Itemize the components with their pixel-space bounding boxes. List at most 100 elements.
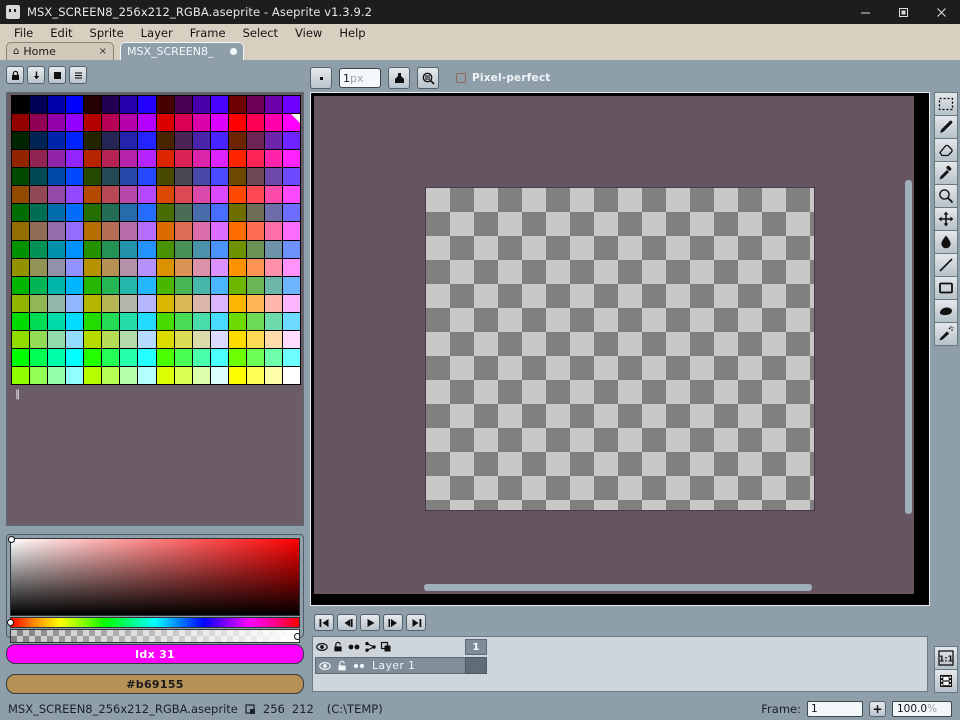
- palette-swatch[interactable]: [264, 276, 282, 294]
- palette-swatch[interactable]: [156, 168, 174, 186]
- palette-swatch[interactable]: [210, 114, 228, 132]
- palette-swatch[interactable]: [156, 222, 174, 240]
- palette-swatch[interactable]: [246, 222, 264, 240]
- palette-swatch[interactable]: [174, 240, 192, 258]
- palette-swatch[interactable]: [246, 186, 264, 204]
- palette-swatch[interactable]: [102, 222, 120, 240]
- go-prev-frame-button[interactable]: [337, 614, 357, 631]
- palette-swatch[interactable]: [192, 276, 210, 294]
- palette-swatch[interactable]: [192, 258, 210, 276]
- palette-swatch[interactable]: [228, 186, 246, 204]
- palette-swatch[interactable]: [48, 312, 66, 330]
- palette-swatch[interactable]: [246, 294, 264, 312]
- palette-swatch[interactable]: [210, 96, 228, 114]
- palette-swatch[interactable]: [228, 348, 246, 366]
- palette-swatch[interactable]: [228, 330, 246, 348]
- palette-swatch[interactable]: [48, 96, 66, 114]
- palette-swatch[interactable]: [264, 240, 282, 258]
- palette-swatch[interactable]: [192, 348, 210, 366]
- palette-swatch[interactable]: [228, 132, 246, 150]
- palette-swatch[interactable]: [246, 150, 264, 168]
- palette-swatch[interactable]: [30, 96, 48, 114]
- palette-swatch[interactable]: [102, 132, 120, 150]
- palette-swatch[interactable]: [264, 222, 282, 240]
- palette-swatch[interactable]: [282, 312, 300, 330]
- palette-swatch[interactable]: [30, 186, 48, 204]
- palette-swatch[interactable]: [282, 276, 300, 294]
- palette-swatch[interactable]: [48, 348, 66, 366]
- copy-icon[interactable]: [379, 640, 393, 654]
- palette-swatch[interactable]: [120, 276, 138, 294]
- eyedropper-tool[interactable]: [934, 161, 958, 185]
- color-index-field[interactable]: Idx 31: [6, 644, 304, 664]
- palette-swatch[interactable]: [66, 150, 84, 168]
- palette-swatch[interactable]: [84, 348, 102, 366]
- palette-swatch[interactable]: [264, 294, 282, 312]
- palette-swatch[interactable]: [84, 132, 102, 150]
- palette-swatch[interactable]: [66, 168, 84, 186]
- palette-swatch[interactable]: [264, 96, 282, 114]
- palette-swatch[interactable]: [102, 276, 120, 294]
- palette-swatch[interactable]: [138, 330, 156, 348]
- palette-swatch[interactable]: [156, 204, 174, 222]
- palette-swatch[interactable]: [156, 258, 174, 276]
- palette-swatch[interactable]: [66, 96, 84, 114]
- go-last-frame-button[interactable]: [406, 614, 426, 631]
- tab-home[interactable]: ⌂ Home ×: [6, 42, 114, 60]
- palette-swatch[interactable]: [102, 240, 120, 258]
- palette-swatch[interactable]: [48, 330, 66, 348]
- palette-swatch[interactable]: [120, 204, 138, 222]
- eraser-tool[interactable]: [934, 138, 958, 162]
- palette-swatch[interactable]: [264, 366, 282, 384]
- palette-swatch[interactable]: [138, 240, 156, 258]
- palette-swatch[interactable]: [174, 330, 192, 348]
- palette-swatch[interactable]: [246, 132, 264, 150]
- palette-swatch[interactable]: [84, 366, 102, 384]
- palette-swatch[interactable]: [138, 96, 156, 114]
- palette-swatch[interactable]: [48, 222, 66, 240]
- rectangle-tool[interactable]: [934, 276, 958, 300]
- ink-button[interactable]: [388, 67, 410, 89]
- palette-swatch[interactable]: [282, 222, 300, 240]
- palette-swatch[interactable]: [102, 330, 120, 348]
- palette-swatch[interactable]: [66, 204, 84, 222]
- palette-swatch[interactable]: [138, 150, 156, 168]
- padlock-icon[interactable]: [331, 640, 345, 654]
- palette-swatch[interactable]: [48, 258, 66, 276]
- palette-swatch[interactable]: [282, 114, 301, 132]
- palette-swatch[interactable]: [102, 114, 120, 132]
- palette-swatch[interactable]: [66, 114, 84, 132]
- palette-swatch[interactable]: [192, 294, 210, 312]
- palette-swatch[interactable]: [120, 186, 138, 204]
- palette-swatch[interactable]: [30, 294, 48, 312]
- palette-swatch[interactable]: [156, 294, 174, 312]
- palette-swatch[interactable]: [120, 258, 138, 276]
- palette-swatch[interactable]: [66, 258, 84, 276]
- palette-swatch[interactable]: [138, 366, 156, 384]
- palette-swatch[interactable]: [156, 366, 174, 384]
- pencil-tool[interactable]: [934, 115, 958, 139]
- two-dots-icon[interactable]: [347, 640, 361, 654]
- palette-swatch[interactable]: [228, 276, 246, 294]
- palette-swatch[interactable]: [210, 222, 228, 240]
- palette-swatch[interactable]: [12, 150, 30, 168]
- palette-swatch[interactable]: [210, 204, 228, 222]
- menu-sprite[interactable]: Sprite: [82, 25, 133, 41]
- editor-viewport[interactable]: [314, 96, 914, 594]
- palette-swatch[interactable]: [48, 276, 66, 294]
- palette-swatch[interactable]: [84, 150, 102, 168]
- alpha-slider[interactable]: [10, 629, 300, 643]
- palette-swatch[interactable]: [264, 312, 282, 330]
- toggle-timeline-button[interactable]: [934, 669, 958, 693]
- palette-swatch[interactable]: [84, 168, 102, 186]
- palette-swatch[interactable]: [156, 330, 174, 348]
- palette-swatch[interactable]: [120, 348, 138, 366]
- palette-swatch[interactable]: [30, 150, 48, 168]
- lock-palette-button[interactable]: [6, 66, 24, 84]
- palette-swatch[interactable]: [228, 366, 246, 384]
- palette-swatch[interactable]: [246, 276, 264, 294]
- palette-swatch[interactable]: [192, 312, 210, 330]
- palette-swatch[interactable]: [84, 330, 102, 348]
- palette-swatch[interactable]: [84, 294, 102, 312]
- palette-swatch[interactable]: [138, 258, 156, 276]
